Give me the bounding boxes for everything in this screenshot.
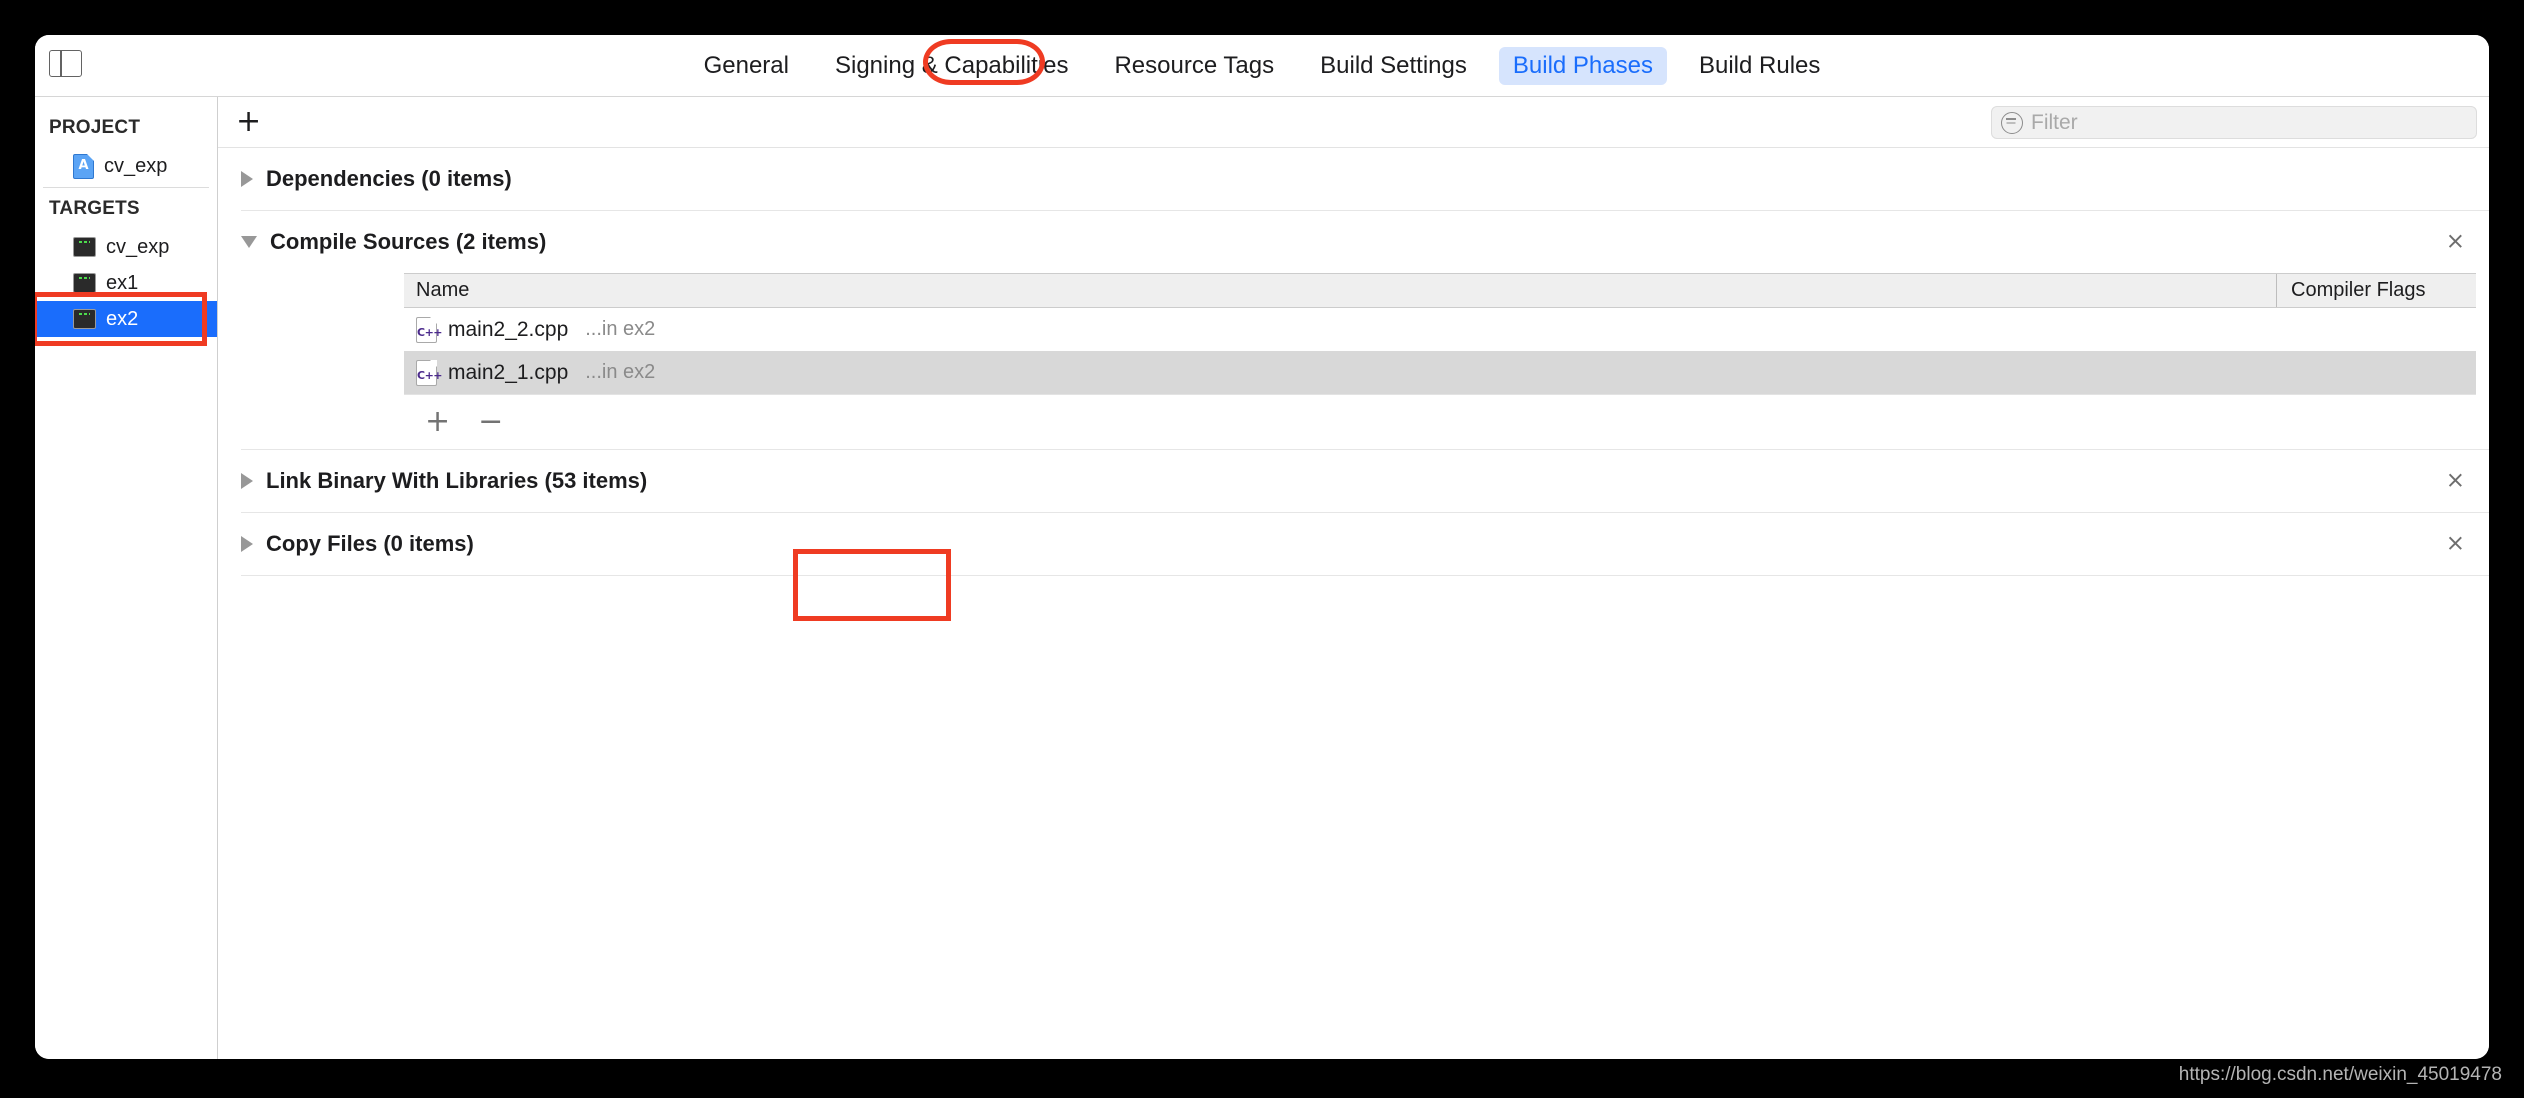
filter-input[interactable] bbox=[2031, 110, 2467, 135]
phase-copy-files: Copy Files (0 items) × bbox=[218, 513, 2489, 576]
sidebar-item-project-cv-exp[interactable]: cv_exp bbox=[35, 148, 217, 184]
file-name-cell: C++ main2_2.cpp ...in ex2 bbox=[404, 316, 2276, 343]
phase-title: Link Binary With Libraries (53 items) bbox=[266, 468, 648, 493]
cpp-file-icon-label: C++ bbox=[417, 368, 443, 382]
tab-signing-capabilities[interactable]: Signing & Capabilities bbox=[821, 47, 1082, 86]
build-phase-list: Dependencies (0 items) Compile Sources (… bbox=[218, 148, 2489, 1059]
phase-header-copy-files[interactable]: Copy Files (0 items) × bbox=[218, 513, 2489, 575]
table-row[interactable]: C++ main2_2.cpp ...in ex2 bbox=[404, 308, 2476, 351]
filter-circle-icon bbox=[2001, 111, 2023, 134]
chevron-right-icon[interactable] bbox=[241, 171, 253, 187]
sidebar-item-label: ex2 bbox=[106, 307, 139, 330]
window-body: PROJECT cv_exp TARGETS cv_exp ex1 ex2 bbox=[35, 97, 2489, 1059]
tab-build-settings[interactable]: Build Settings bbox=[1306, 47, 1481, 86]
sidebar-item-target-cv-exp[interactable]: cv_exp bbox=[35, 229, 217, 265]
file-name: main2_1.cpp bbox=[448, 360, 569, 384]
filter-field[interactable] bbox=[1991, 106, 2477, 139]
tab-resource-tags[interactable]: Resource Tags bbox=[1100, 47, 1288, 86]
sidebar-item-target-ex2[interactable]: ex2 bbox=[35, 301, 217, 337]
remove-phase-button[interactable]: × bbox=[2446, 230, 2465, 254]
sidebar-group-targets: TARGETS bbox=[49, 198, 140, 219]
sidebar-item-label: cv_exp bbox=[104, 154, 168, 177]
xcode-window: General Signing & Capabilities Resource … bbox=[35, 35, 2489, 1059]
phase-compile-sources: Compile Sources (2 items) × Name Compile… bbox=[218, 211, 2489, 450]
cpp-file-icon-label: C++ bbox=[417, 325, 443, 339]
phase-title: Compile Sources (2 items) bbox=[270, 229, 547, 254]
phase-title: Copy Files (0 items) bbox=[266, 531, 474, 556]
cpp-file-icon: C++ bbox=[416, 359, 443, 386]
sidebar-item-label: ex1 bbox=[106, 271, 139, 294]
phase-header-dependencies[interactable]: Dependencies (0 items) bbox=[218, 148, 2489, 210]
column-header-name[interactable]: Name bbox=[404, 279, 2276, 302]
tab-general[interactable]: General bbox=[690, 47, 803, 86]
chevron-right-icon[interactable] bbox=[241, 473, 253, 489]
add-file-button[interactable]: + bbox=[422, 407, 453, 437]
table-row[interactable]: C++ main2_1.cpp ...in ex2 bbox=[404, 351, 2476, 394]
command-line-tool-icon bbox=[73, 237, 96, 257]
file-name: main2_2.cpp bbox=[448, 317, 569, 341]
build-phases-pane: + Dependencies (0 items) bbox=[218, 97, 2489, 1059]
compile-sources-table: Name Compiler Flags C++ main2_2.cpp ...i… bbox=[404, 273, 2476, 394]
phase-divider bbox=[241, 575, 2489, 576]
chevron-right-icon[interactable] bbox=[241, 536, 253, 552]
phase-header-compile-sources[interactable]: Compile Sources (2 items) × bbox=[218, 211, 2489, 273]
remove-phase-button[interactable]: × bbox=[2446, 469, 2465, 493]
tab-build-rules[interactable]: Build Rules bbox=[1685, 47, 1834, 86]
remove-file-button[interactable]: − bbox=[475, 407, 506, 437]
sidebar-item-target-ex1[interactable]: ex1 bbox=[35, 265, 217, 301]
watermark: https://blog.csdn.net/weixin_45019478 bbox=[2178, 1064, 2502, 1085]
phase-header-link-binary[interactable]: Link Binary With Libraries (53 items) × bbox=[218, 450, 2489, 512]
project-targets-sidebar: PROJECT cv_exp TARGETS cv_exp ex1 ex2 bbox=[35, 97, 218, 1059]
remove-phase-button[interactable]: × bbox=[2446, 532, 2465, 556]
file-name-cell: C++ main2_1.cpp ...in ex2 bbox=[404, 359, 2276, 386]
add-build-phase-button[interactable]: + bbox=[226, 107, 271, 137]
command-line-tool-icon bbox=[73, 309, 96, 329]
sidebar-group-project: PROJECT bbox=[49, 117, 141, 138]
file-location: ...in ex2 bbox=[585, 361, 656, 383]
cpp-file-icon: C++ bbox=[416, 316, 443, 343]
phase-dependencies: Dependencies (0 items) bbox=[218, 148, 2489, 211]
phase-link-binary-with-libraries: Link Binary With Libraries (53 items) × bbox=[218, 450, 2489, 513]
titlebar: General Signing & Capabilities Resource … bbox=[35, 35, 2489, 97]
tab-build-phases[interactable]: Build Phases bbox=[1498, 46, 1667, 86]
column-header-compiler-flags[interactable]: Compiler Flags bbox=[2276, 274, 2476, 307]
chevron-down-icon[interactable] bbox=[241, 236, 257, 248]
editor-tab-bar: General Signing & Capabilities Resource … bbox=[35, 35, 2489, 97]
compile-sources-footer: + − bbox=[404, 394, 2476, 449]
table-header-row: Name Compiler Flags bbox=[404, 274, 2476, 308]
command-line-tool-icon bbox=[73, 273, 96, 293]
xcode-project-icon bbox=[73, 153, 94, 179]
build-phases-toolbar: + bbox=[218, 97, 2489, 148]
sidebar-item-label: cv_exp bbox=[106, 235, 170, 258]
phase-title: Dependencies (0 items) bbox=[266, 166, 512, 191]
file-location: ...in ex2 bbox=[585, 318, 656, 340]
